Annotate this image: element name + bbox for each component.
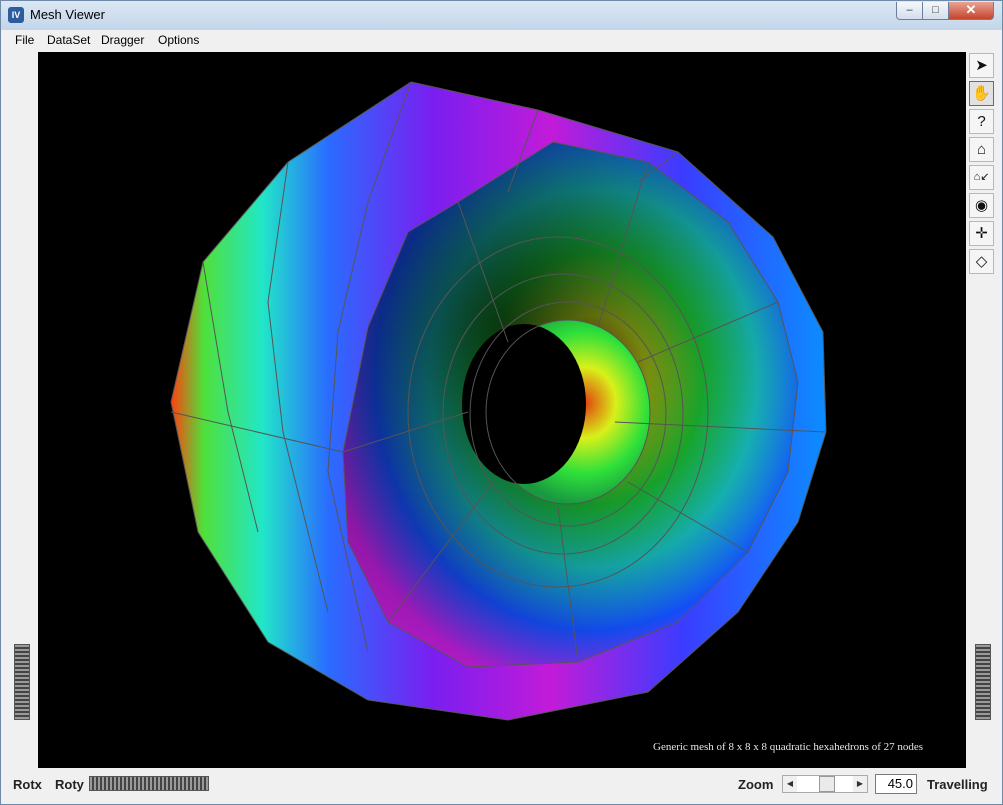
menu-dataset[interactable]: DataSet <box>47 33 90 47</box>
minimize-button[interactable]: – <box>896 2 923 20</box>
menu-file[interactable]: File <box>15 33 34 47</box>
pick-arrow-icon[interactable]: ➤ <box>969 53 994 78</box>
zoom-label: Zoom <box>738 777 774 792</box>
seek-target-icon[interactable]: ✛ <box>969 221 994 246</box>
mesh-render: Generic mesh of 8 x 8 x 8 quadratic hexa… <box>170 81 923 753</box>
center-hole <box>462 324 586 484</box>
close-button[interactable]: ✕ <box>948 2 994 20</box>
bottom-bar: Rotx Roty Zoom ◀ ▶ 45.0 Travelling <box>1 770 1002 798</box>
zoom-slider[interactable]: ◀ ▶ <box>782 775 868 793</box>
rotx-label: Rotx <box>13 777 42 792</box>
mesh-viewer-window: IV Mesh Viewer – □ ✕ File DataSet Dragge… <box>0 0 1003 805</box>
zoom-slider-thumb[interactable] <box>819 776 835 792</box>
zoom-value-field[interactable]: 45.0 <box>875 774 917 794</box>
zoom-right-arrow-icon[interactable]: ▶ <box>853 776 867 792</box>
roty-label: Roty <box>55 777 84 792</box>
left-wheel-panel <box>7 52 37 768</box>
menu-bar: File DataSet Dragger Options <box>1 30 1002 50</box>
set-home-icon[interactable]: ⌂↙ <box>969 165 994 190</box>
view-hand-icon[interactable]: ✋ <box>969 81 994 106</box>
menu-options[interactable]: Options <box>158 33 199 47</box>
title-bar: IV Mesh Viewer – □ ✕ <box>1 1 1002 30</box>
rotx-thumbwheel[interactable] <box>14 644 30 720</box>
window-title: Mesh Viewer <box>30 7 105 22</box>
viewport-caption: Generic mesh of 8 x 8 x 8 quadratic hexa… <box>653 741 923 753</box>
app-icon: IV <box>8 7 24 23</box>
home-icon[interactable]: ⌂ <box>969 137 994 162</box>
3d-viewport[interactable]: Generic mesh of 8 x 8 x 8 quadratic hexa… <box>38 52 966 768</box>
viewer-toolbar: ➤ ✋ ? ⌂ ⌂↙ ◉ ✛ ◇ <box>967 52 997 768</box>
projection-cube-icon[interactable]: ◇ <box>969 249 994 274</box>
roty-thumbwheel[interactable] <box>89 776 209 791</box>
travelling-label: Travelling <box>927 777 988 792</box>
view-all-eye-icon[interactable]: ◉ <box>969 193 994 218</box>
zoom-left-arrow-icon[interactable]: ◀ <box>783 776 797 792</box>
help-question-icon[interactable]: ? <box>969 109 994 134</box>
dolly-thumbwheel[interactable] <box>975 644 991 720</box>
menu-dragger[interactable]: Dragger <box>101 33 144 47</box>
maximize-button[interactable]: □ <box>922 2 949 20</box>
